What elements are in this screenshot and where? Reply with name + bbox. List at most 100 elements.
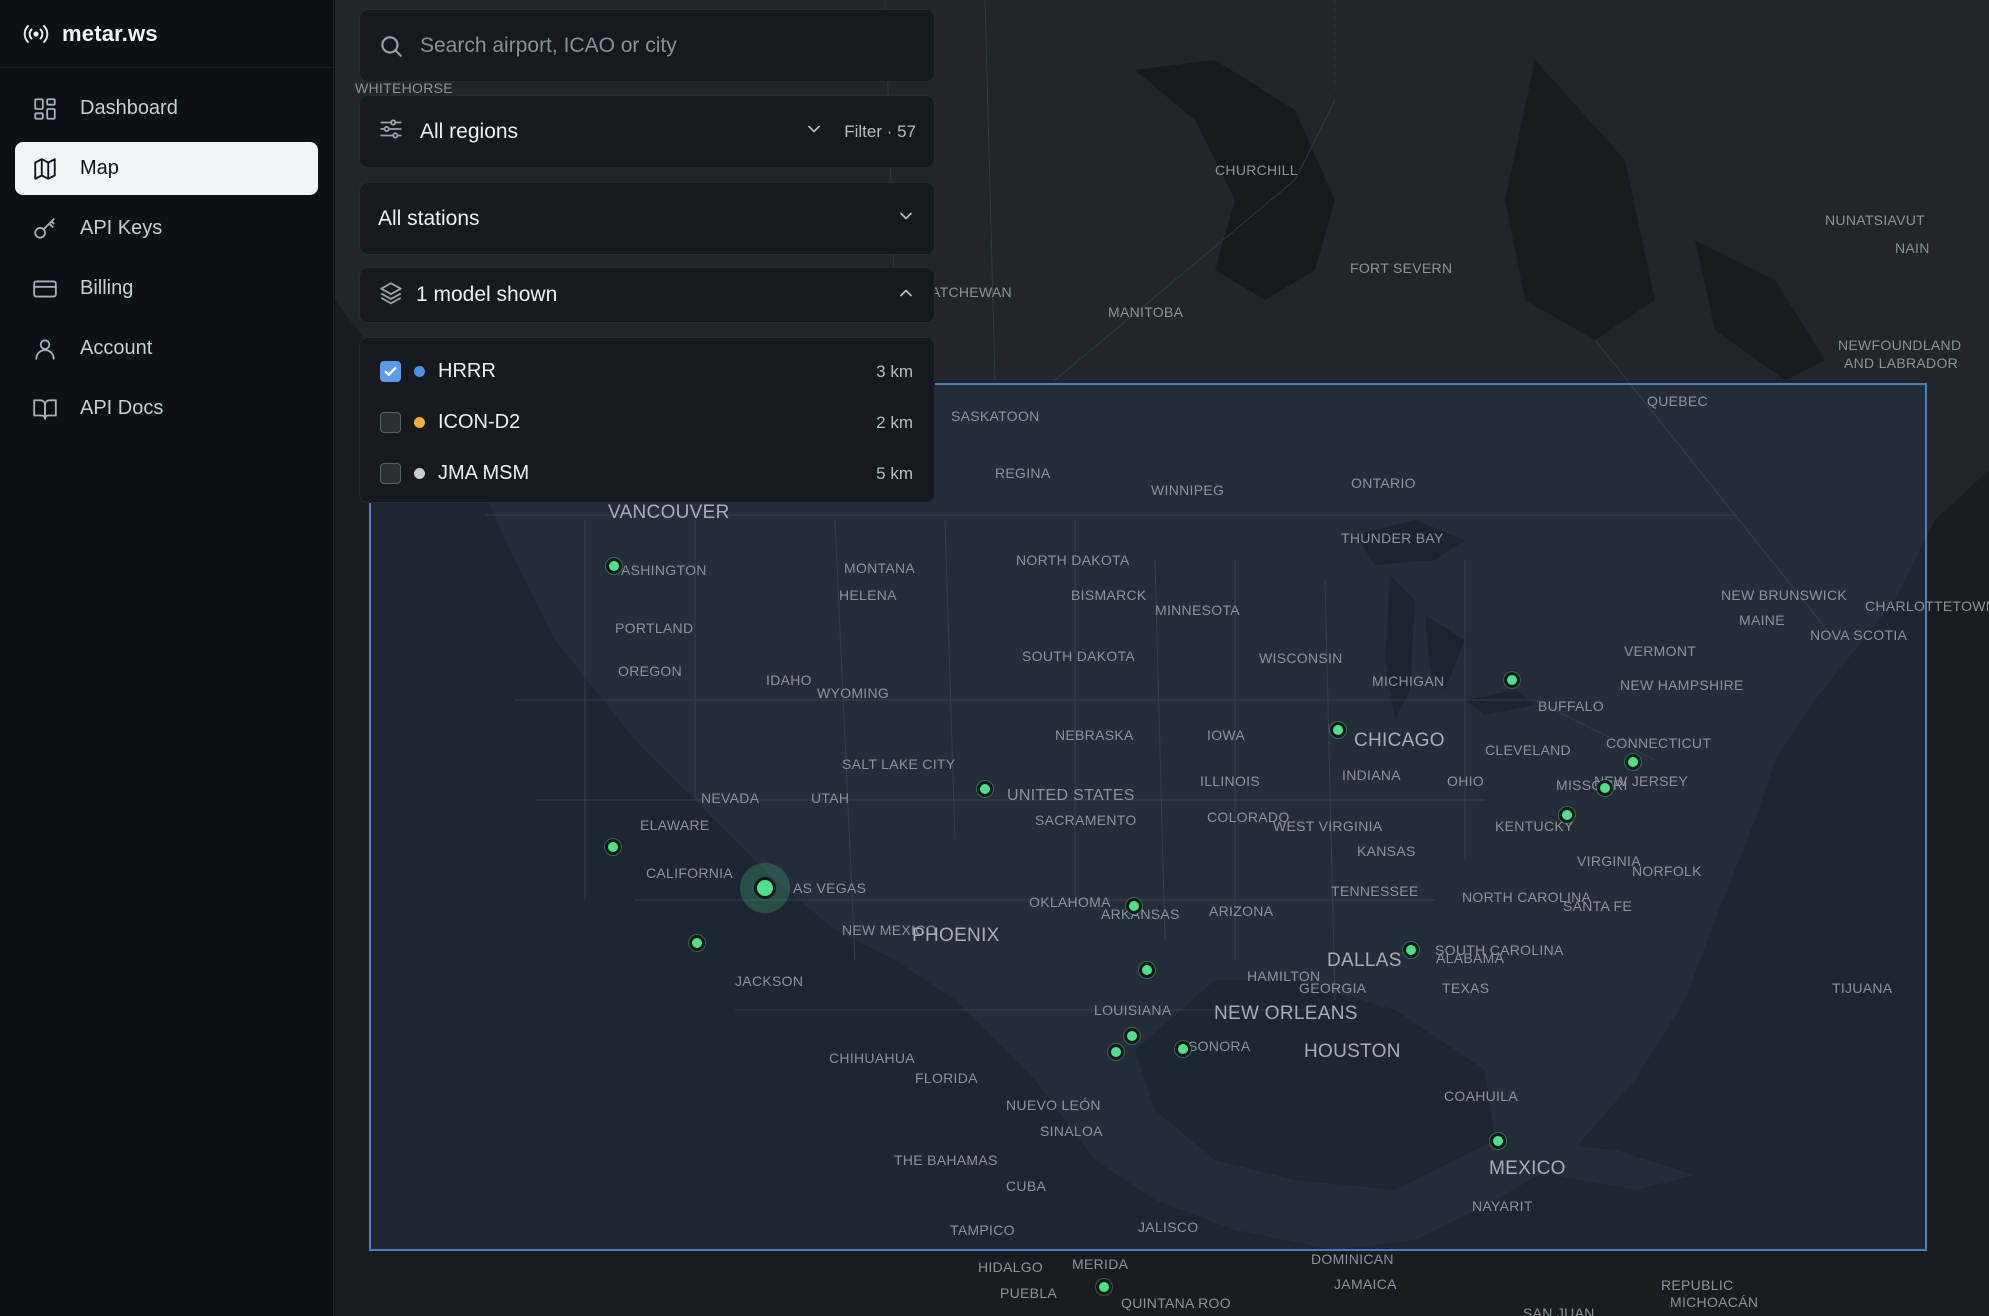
- map-label: SINALOA: [1040, 1123, 1103, 1139]
- station-marker[interactable]: [977, 781, 993, 797]
- model-resolution: 5 km: [876, 463, 913, 483]
- sidebar-item-label: Account: [80, 337, 153, 359]
- sidebar-item-dashboard[interactable]: Dashboard: [15, 82, 318, 135]
- models-toggle[interactable]: 1 model shown: [359, 267, 935, 323]
- map-label: INDIANA: [1342, 767, 1401, 783]
- map-label: WEST VIRGINIA: [1273, 818, 1383, 834]
- map-label: MICHOACÁN: [1670, 1294, 1759, 1310]
- map-label: CLEVELAND: [1485, 742, 1571, 758]
- station-marker[interactable]: [1504, 672, 1520, 688]
- map-label: NEW BRUNSWICK: [1721, 587, 1848, 603]
- sidebar-item-label: Dashboard: [80, 97, 178, 119]
- map-label: OHIO: [1447, 773, 1484, 789]
- map-label: SONORA: [1188, 1038, 1251, 1054]
- model-row-jma-msm[interactable]: JMA MSM 5 km: [360, 448, 934, 499]
- map-label: MEXICO: [1489, 1158, 1566, 1179]
- model-color-dot: [414, 468, 425, 479]
- chevron-up-icon: [896, 283, 916, 308]
- sidebar-item-billing[interactable]: Billing: [15, 262, 318, 315]
- map-label: NORTH DAKOTA: [1016, 552, 1130, 568]
- map-label: NUEVO LEÓN: [1006, 1097, 1101, 1113]
- search-input[interactable]: [420, 33, 900, 58]
- model-row-icon-d2[interactable]: ICON-D2 2 km: [360, 397, 934, 448]
- model-row-hrrr[interactable]: HRRR 3 km: [360, 346, 934, 397]
- map-label: MONTANA: [844, 560, 916, 576]
- sidebar-item-api-keys[interactable]: API Keys: [15, 202, 318, 255]
- brand-name: metar.ws: [62, 20, 158, 46]
- map-label: HOUSTON: [1304, 1041, 1401, 1062]
- map-label: WYOMING: [817, 685, 890, 701]
- sidebar: metar.ws Dashboard Map API Keys Billing …: [0, 0, 334, 1316]
- station-marker[interactable]: [1597, 780, 1613, 796]
- sidebar-item-label: Billing: [80, 277, 134, 299]
- search-icon: [381, 35, 402, 57]
- map-label: TEXAS: [1442, 980, 1490, 996]
- map-label: THUNDER BAY: [1341, 530, 1444, 546]
- model-checkbox[interactable]: [380, 361, 401, 382]
- station-marker[interactable]: [1625, 754, 1641, 770]
- station-marker[interactable]: [1175, 1041, 1191, 1057]
- station-marker[interactable]: [1108, 1044, 1124, 1060]
- station-marker[interactable]: [1139, 962, 1155, 978]
- sidebar-item-account[interactable]: Account: [15, 322, 318, 375]
- map-label: REGINA: [995, 465, 1051, 481]
- map-label: OKLAHOMA: [1029, 894, 1111, 910]
- map-label: MERIDA: [1072, 1256, 1129, 1272]
- map-label: AS VEGAS: [793, 880, 867, 896]
- station-marker[interactable]: [1403, 942, 1419, 958]
- map-label: CALIFORNIA: [646, 865, 734, 881]
- map-label: SACRAMENTO: [1035, 812, 1137, 828]
- model-checkbox[interactable]: [380, 463, 401, 484]
- map-label: NEBRASKA: [1055, 727, 1134, 743]
- map-label: TIJUANA: [1832, 980, 1893, 996]
- sidebar-item-api-docs[interactable]: API Docs: [15, 382, 318, 435]
- map-label: ILLINOIS: [1200, 773, 1260, 789]
- sidebar-nav: Dashboard Map API Keys Billing Account A…: [0, 68, 333, 456]
- map-label: NEWFOUNDLAND: [1838, 337, 1962, 353]
- stations-label: All stations: [378, 206, 480, 230]
- model-checkbox[interactable]: [380, 412, 401, 433]
- map-label: NORFOLK: [1632, 863, 1702, 879]
- map-label: MINNESOTA: [1155, 602, 1240, 618]
- map-label: VERMONT: [1624, 643, 1697, 659]
- map-label: SAN JUAN: [1523, 1305, 1595, 1316]
- station-marker[interactable]: [1559, 807, 1575, 823]
- station-marker[interactable]: [689, 935, 705, 951]
- map-label: MANITOBA: [1108, 304, 1184, 320]
- brand[interactable]: metar.ws: [0, 0, 333, 68]
- broadcast-icon: [23, 24, 49, 43]
- map-label: JALISCO: [1138, 1219, 1199, 1235]
- map-label: DOMINICAN: [1311, 1251, 1394, 1267]
- map-icon: [34, 157, 56, 180]
- map-label: TENNESSEE: [1331, 883, 1419, 899]
- map-label: ONTARIO: [1351, 475, 1416, 491]
- map-label: TAMPICO: [950, 1222, 1015, 1238]
- station-marker[interactable]: [1124, 1028, 1140, 1044]
- map-label: JAMAICA: [1334, 1276, 1397, 1292]
- filter-count[interactable]: Filter · 57: [844, 122, 916, 142]
- station-marker[interactable]: [1096, 1279, 1112, 1295]
- stations-select[interactable]: All stations: [359, 182, 935, 255]
- search-bar[interactable]: [359, 9, 935, 82]
- chevron-down-icon: [896, 206, 916, 231]
- map-label: AND LABRADOR: [1844, 355, 1959, 371]
- station-marker-selected[interactable]: [754, 877, 776, 899]
- map-label: IOWA: [1207, 727, 1246, 743]
- chevron-down-icon[interactable]: [804, 119, 824, 144]
- map-label: LOUISIANA: [1094, 1002, 1172, 1018]
- station-marker[interactable]: [605, 839, 621, 855]
- sidebar-item-map[interactable]: Map: [15, 142, 318, 195]
- map-label: SALT LAKE CITY: [842, 756, 956, 772]
- map-label: NAYARIT: [1472, 1198, 1533, 1214]
- station-marker[interactable]: [1126, 898, 1142, 914]
- book-icon: [33, 398, 57, 420]
- map-label: FLORIDA: [915, 1070, 978, 1086]
- regions-filter[interactable]: All regions Filter · 57: [359, 95, 935, 168]
- map-label: VANCOUVER: [608, 502, 730, 523]
- map-label: HELENA: [839, 587, 897, 603]
- map-label: GEORGIA: [1299, 980, 1367, 996]
- station-marker[interactable]: [1330, 722, 1346, 738]
- station-marker[interactable]: [1490, 1133, 1506, 1149]
- station-marker[interactable]: [606, 558, 622, 574]
- map-label: BUFFALO: [1538, 698, 1604, 714]
